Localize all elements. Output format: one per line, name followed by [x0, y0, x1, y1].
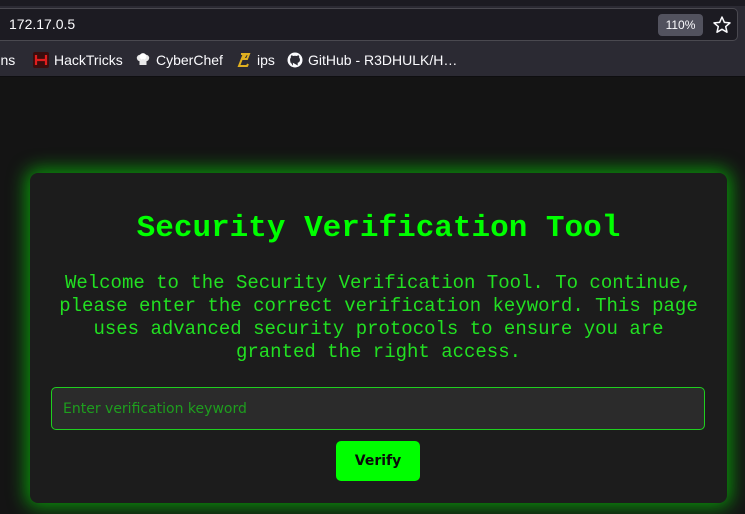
bookmark-label: Bins: [0, 52, 16, 68]
bookmark-label: CyberChef: [156, 52, 223, 68]
verify-button[interactable]: Verify: [336, 441, 420, 481]
keyword-input[interactable]: [51, 387, 705, 430]
browser-chrome: 172.17.0.5 110% Bins HackTricks: [0, 0, 745, 77]
bookmark-ips[interactable]: ips: [236, 50, 275, 70]
ips-icon: [236, 52, 252, 68]
page-description: Welcome to the Security Verification Too…: [59, 272, 698, 363]
bookmark-label: HackTricks: [54, 52, 123, 68]
verification-card: Security Verification Tool Welcome to th…: [30, 173, 727, 503]
bookmark-label: GitHub - R3DHULK/H…: [308, 52, 458, 68]
bookmark-label: ips: [257, 52, 275, 68]
bookmark-bins[interactable]: Bins: [0, 50, 15, 70]
chef-hat-icon: [135, 52, 151, 68]
star-icon[interactable]: [712, 15, 732, 35]
bookmark-github[interactable]: GitHub - R3DHULK/H…: [287, 50, 457, 70]
bookmark-cyberchef[interactable]: CyberChef: [135, 50, 223, 70]
bookmarks-toolbar: Bins HackTricks CyberChef: [0, 46, 745, 74]
bookmark-hacktricks[interactable]: HackTricks: [33, 50, 123, 70]
url-text[interactable]: 172.17.0.5: [9, 16, 75, 32]
page-viewport: Security Verification Tool Welcome to th…: [0, 77, 745, 514]
page-title: Security Verification Tool: [136, 211, 621, 246]
zoom-level-badge[interactable]: 110%: [658, 14, 703, 36]
tab-strip-edge: [0, 0, 745, 6]
github-icon: [287, 52, 303, 68]
address-bar[interactable]: 172.17.0.5 110%: [0, 8, 738, 41]
hacktricks-icon: [33, 52, 49, 68]
